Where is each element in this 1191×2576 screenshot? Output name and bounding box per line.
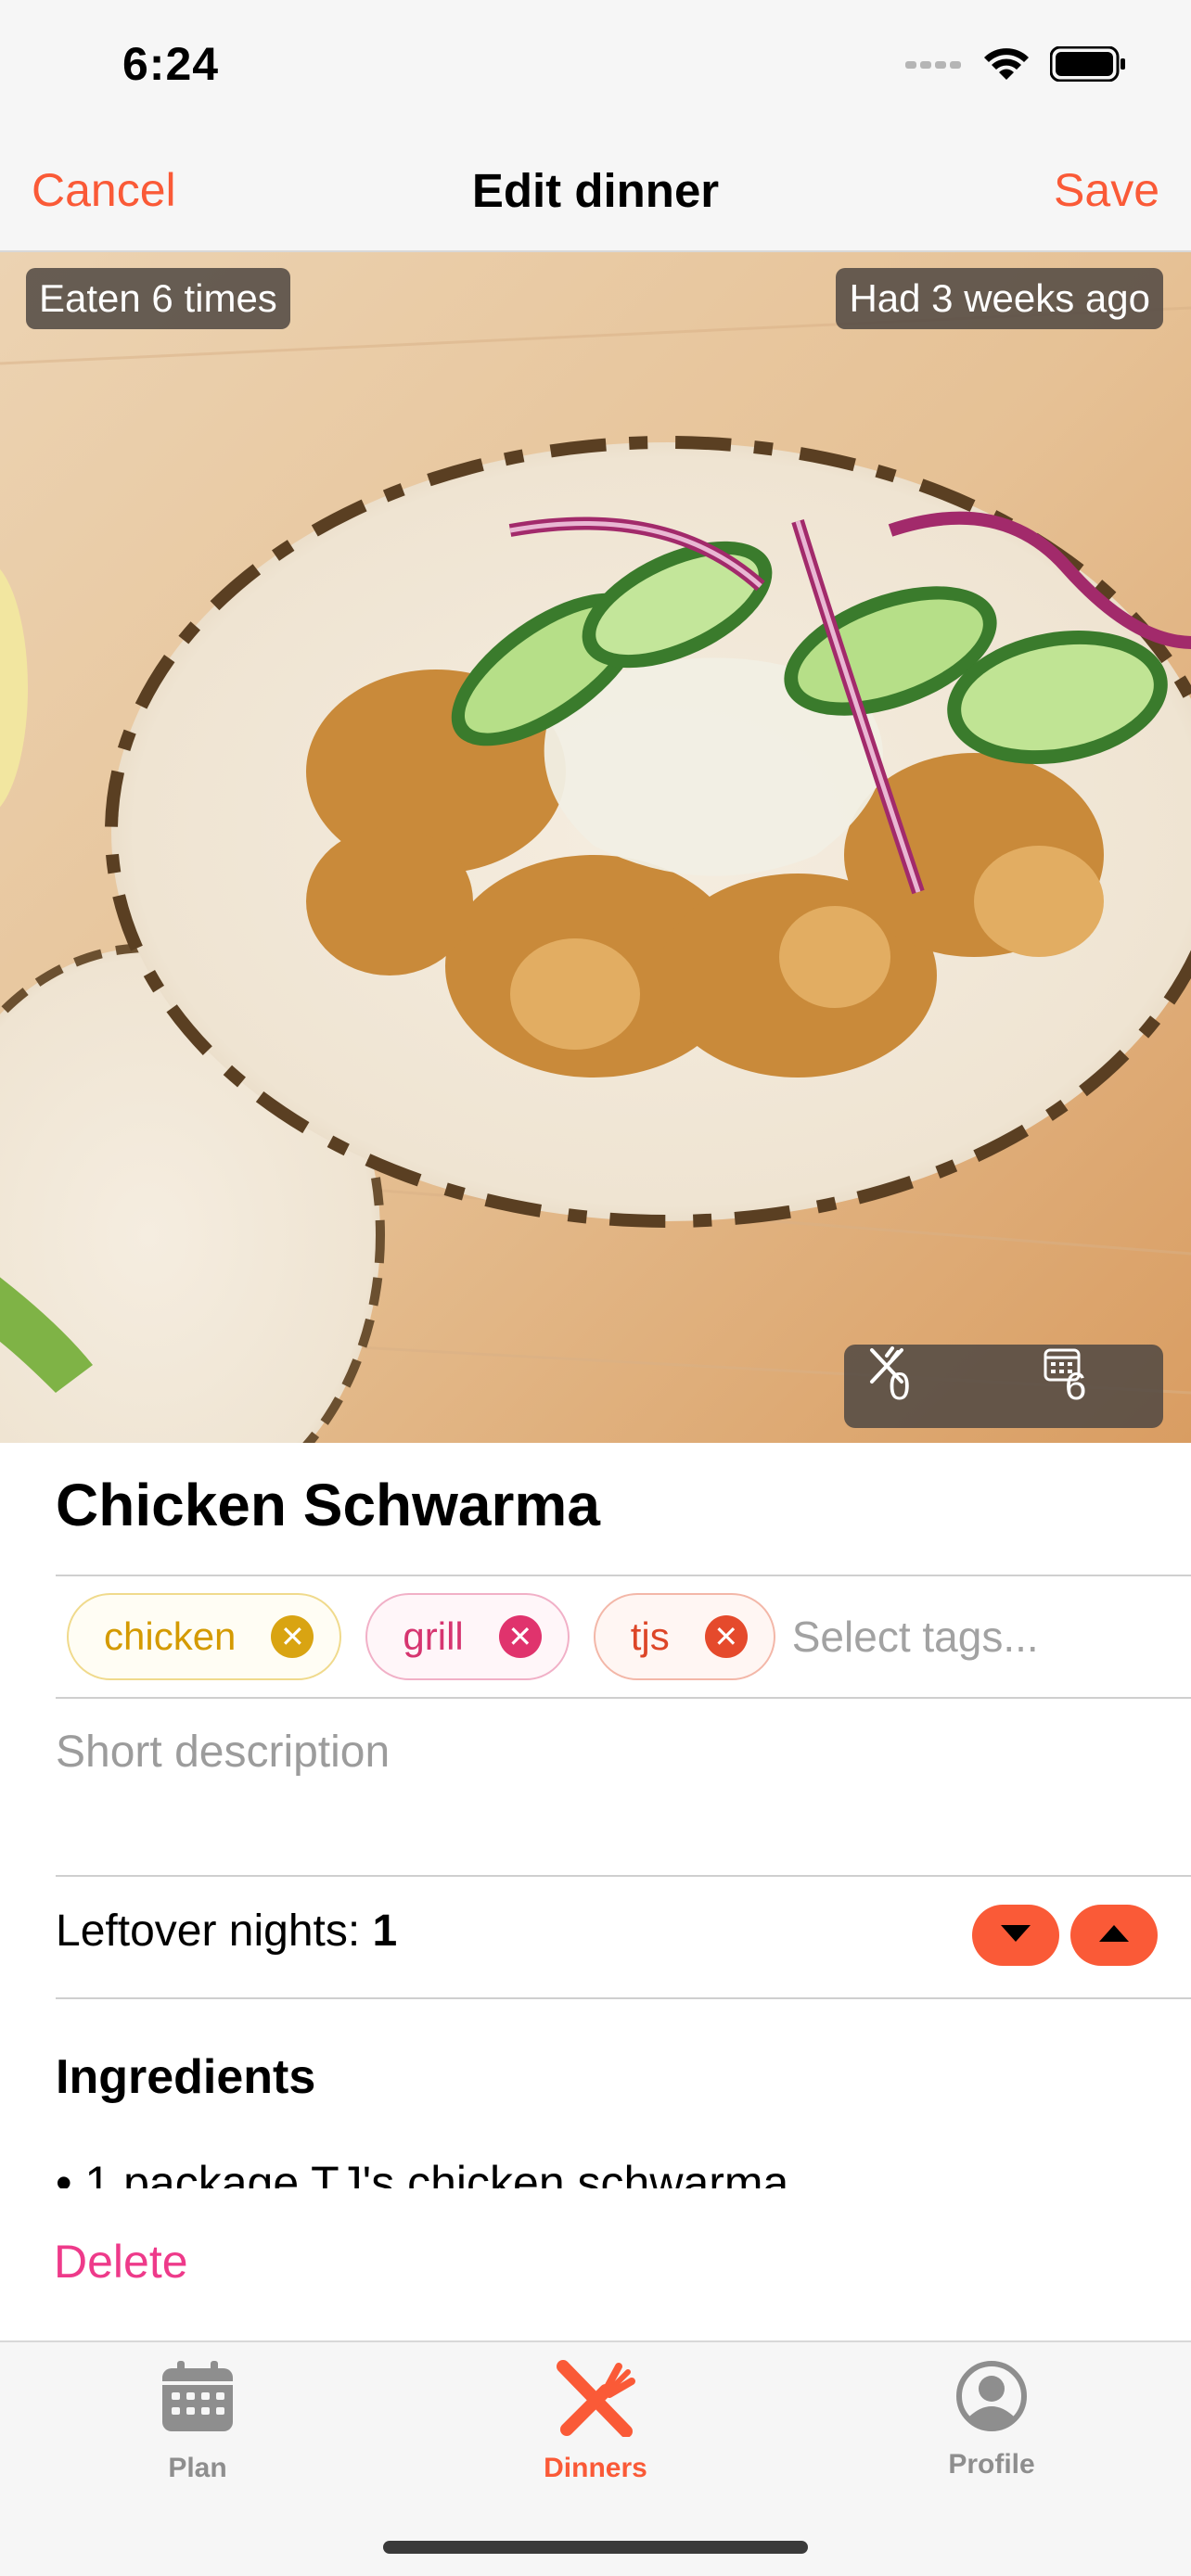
wifi-icon	[983, 46, 1030, 86]
tab-label: Dinners	[544, 2453, 647, 2483]
decrement-button[interactable]	[972, 1905, 1059, 1966]
usage-counter: 0 6	[844, 1345, 1163, 1428]
ingredient-item: • 1 package TJ's chicken schwarma	[56, 2157, 789, 2188]
triangle-down-icon	[999, 1923, 1032, 1948]
leftover-label: Leftover nights:	[56, 1906, 361, 1956]
fork-knife-icon	[484, 2359, 707, 2442]
tab-label: Plan	[168, 2453, 227, 2483]
tags-field[interactable]: chicken ✕ grill ✕ tjs ✕ Select tags...	[56, 1576, 1191, 1697]
dinner-name-field[interactable]: Chicken Schwarma	[56, 1471, 600, 1539]
tab-profile[interactable]: Profile	[880, 2359, 1103, 2480]
battery-icon	[1049, 45, 1126, 86]
tab-label: Profile	[948, 2449, 1035, 2480]
delete-button[interactable]: Delete	[54, 2235, 188, 2289]
tag-chip-chicken: chicken ✕	[67, 1593, 342, 1680]
ingredients-heading: Ingredients	[56, 2050, 316, 2104]
tags-input[interactable]: Select tags...	[792, 1612, 1039, 1662]
home-indicator	[383, 2541, 808, 2554]
calendar-icon	[86, 2359, 309, 2442]
tag-label: grill	[403, 1614, 464, 1658]
save-button[interactable]: Save	[1054, 163, 1159, 217]
status-bar: 6:24	[0, 0, 1191, 130]
ingredients-list[interactable]: • 1 package TJ's chicken schwarma	[56, 2156, 1169, 2188]
tag-label: chicken	[104, 1614, 237, 1658]
navigation-bar: Cancel Edit dinner Save	[0, 130, 1191, 252]
status-time: 6:24	[122, 38, 220, 90]
page-title: Edit dinner	[471, 164, 720, 217]
tag-chip-grill: grill ✕	[365, 1593, 570, 1680]
increment-button[interactable]	[1070, 1905, 1158, 1966]
leftover-counter: 0	[866, 1345, 910, 1428]
leftover-value: 1	[372, 1906, 398, 1956]
dinner-photo[interactable]: Eaten 6 times Had 3 weeks ago 0 6	[0, 252, 1191, 1443]
remove-tag-icon[interactable]: ✕	[271, 1615, 314, 1658]
leftover-nights: Leftover nights: 1	[56, 1906, 397, 1957]
person-icon	[880, 2359, 1103, 2438]
divider	[56, 1875, 1191, 1877]
last-eaten-badge: Had 3 weeks ago	[836, 268, 1163, 329]
remove-tag-icon[interactable]: ✕	[704, 1615, 748, 1658]
divider	[56, 1697, 1191, 1699]
tab-plan[interactable]: Plan	[86, 2359, 309, 2484]
triangle-up-icon	[1097, 1923, 1131, 1948]
eaten-count-badge: Eaten 6 times	[26, 268, 290, 329]
tag-chip-tjs: tjs ✕	[593, 1593, 775, 1680]
planned-counter: 6	[1043, 1345, 1086, 1428]
remove-tag-icon[interactable]: ✕	[498, 1615, 542, 1658]
tag-label: tjs	[630, 1614, 670, 1658]
food-illustration	[0, 252, 1191, 1443]
description-input[interactable]: Short description	[56, 1727, 390, 1778]
status-icons	[905, 45, 1126, 86]
tab-dinners[interactable]: Dinners	[484, 2359, 707, 2484]
signal-icon	[905, 57, 963, 75]
divider	[56, 1997, 1191, 1999]
